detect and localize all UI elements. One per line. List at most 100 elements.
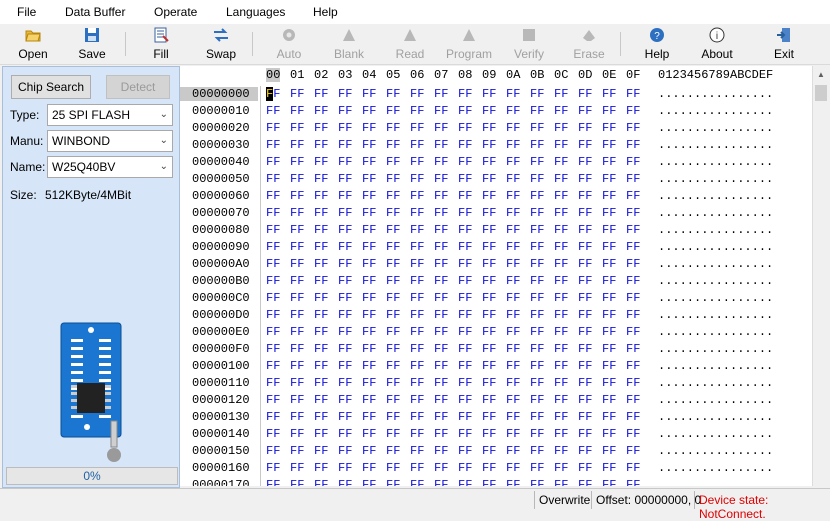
- hex-byte-cell[interactable]: FF: [362, 342, 376, 356]
- hex-byte-cell[interactable]: FF: [290, 461, 304, 475]
- hex-byte-cell[interactable]: FF: [554, 87, 568, 101]
- hex-byte-cell[interactable]: FF: [458, 410, 472, 424]
- hex-byte-cell[interactable]: FF: [290, 291, 304, 305]
- hex-byte-cell[interactable]: FF: [602, 104, 616, 118]
- hex-byte-cell[interactable]: FF: [626, 308, 640, 322]
- ascii-text[interactable]: ................: [658, 427, 773, 441]
- hex-byte-cell[interactable]: FF: [386, 189, 400, 203]
- hex-byte-cell[interactable]: FF: [290, 478, 304, 486]
- hex-byte-cell[interactable]: FF: [290, 308, 304, 322]
- hex-byte-cell[interactable]: FF: [482, 206, 496, 220]
- hex-byte-cell[interactable]: FF: [602, 257, 616, 271]
- hex-byte-cell[interactable]: FF: [482, 291, 496, 305]
- hex-byte-cell[interactable]: FF: [578, 478, 592, 486]
- hex-byte-cell[interactable]: FF: [266, 444, 280, 458]
- hex-byte-cell[interactable]: FF: [578, 172, 592, 186]
- hex-byte-cell[interactable]: FF: [434, 427, 448, 441]
- scroll-thumb[interactable]: [815, 85, 827, 101]
- hex-byte-cell[interactable]: FF: [338, 342, 352, 356]
- hex-byte-cell[interactable]: FF: [506, 223, 520, 237]
- hex-byte-cell[interactable]: FF: [434, 325, 448, 339]
- hex-byte-cell[interactable]: FF: [506, 359, 520, 373]
- hex-byte-cell[interactable]: FF: [458, 104, 472, 118]
- hex-byte-cell[interactable]: FF: [362, 121, 376, 135]
- hex-byte-cell[interactable]: FF: [314, 478, 328, 486]
- hex-byte-cell[interactable]: FF: [290, 223, 304, 237]
- hex-byte-cell[interactable]: FF: [530, 393, 544, 407]
- hex-byte-cell[interactable]: FF: [266, 325, 280, 339]
- hex-byte-cell[interactable]: FF: [554, 291, 568, 305]
- hex-byte-cell[interactable]: FF: [602, 359, 616, 373]
- hex-byte-cell[interactable]: FF: [266, 274, 280, 288]
- hex-byte-cell[interactable]: FF: [578, 393, 592, 407]
- ascii-text[interactable]: ................: [658, 410, 773, 424]
- hex-byte-cell[interactable]: FF: [434, 121, 448, 135]
- hex-byte-cell[interactable]: FF: [626, 444, 640, 458]
- hex-byte-cell[interactable]: FF: [410, 478, 424, 486]
- hex-byte-cell[interactable]: FF: [362, 274, 376, 288]
- hex-byte-cell[interactable]: FF: [386, 104, 400, 118]
- hex-byte-cell[interactable]: FF: [626, 342, 640, 356]
- ascii-text[interactable]: ................: [658, 206, 773, 220]
- hex-byte-cell[interactable]: FF: [434, 359, 448, 373]
- hex-byte-cell[interactable]: FF: [458, 393, 472, 407]
- hex-byte-cell[interactable]: FF: [290, 427, 304, 441]
- ascii-text[interactable]: ................: [658, 274, 773, 288]
- hex-byte-cell[interactable]: FF: [578, 121, 592, 135]
- hex-byte-cell[interactable]: FF: [338, 359, 352, 373]
- hex-byte-cell[interactable]: FF: [530, 291, 544, 305]
- hex-byte-cell[interactable]: FF: [362, 427, 376, 441]
- hex-byte-cell[interactable]: FF: [578, 291, 592, 305]
- hex-byte-cell[interactable]: FF: [554, 444, 568, 458]
- hex-byte-cell[interactable]: FF: [602, 376, 616, 390]
- hex-byte-cell[interactable]: FF: [314, 189, 328, 203]
- hex-byte-cell[interactable]: FF: [602, 308, 616, 322]
- hex-byte-cell[interactable]: FF: [386, 291, 400, 305]
- hex-byte-cell[interactable]: FF: [266, 461, 280, 475]
- hex-byte-cell[interactable]: FF: [482, 189, 496, 203]
- hex-byte-cell[interactable]: FF: [530, 410, 544, 424]
- blank-button[interactable]: Blank: [321, 24, 377, 64]
- hex-byte-cell[interactable]: FF: [362, 393, 376, 407]
- hex-byte-cell[interactable]: FF: [314, 325, 328, 339]
- hex-byte-cell[interactable]: FF: [626, 104, 640, 118]
- hex-byte-cell[interactable]: FF: [626, 274, 640, 288]
- hex-byte-cell[interactable]: FF: [506, 308, 520, 322]
- hex-byte-cell[interactable]: FF: [554, 376, 568, 390]
- hex-byte-cell[interactable]: FF: [506, 189, 520, 203]
- hex-byte-cell[interactable]: FF: [554, 138, 568, 152]
- hex-byte-cell[interactable]: FF: [578, 427, 592, 441]
- hex-byte-cell[interactable]: FF: [578, 325, 592, 339]
- hex-byte-cell[interactable]: FF: [602, 240, 616, 254]
- hex-byte-cell[interactable]: FF: [338, 189, 352, 203]
- hex-byte-cell[interactable]: FF: [458, 223, 472, 237]
- hex-byte-cell[interactable]: FF: [338, 393, 352, 407]
- hex-byte-cell[interactable]: FF: [266, 206, 280, 220]
- hex-byte-cell[interactable]: FF: [314, 138, 328, 152]
- hex-byte-cell[interactable]: FF: [386, 308, 400, 322]
- hex-byte-cell[interactable]: FF: [314, 376, 328, 390]
- hex-byte-cell[interactable]: FF: [458, 308, 472, 322]
- auto-button[interactable]: Auto: [261, 24, 317, 64]
- hex-byte-cell[interactable]: FF: [506, 376, 520, 390]
- hex-byte-cell[interactable]: FF: [482, 461, 496, 475]
- hex-byte-cell[interactable]: FF: [410, 291, 424, 305]
- hex-byte-cell[interactable]: FF: [290, 87, 304, 101]
- hex-byte-cell[interactable]: FF: [314, 223, 328, 237]
- ascii-text[interactable]: ................: [658, 308, 773, 322]
- hex-byte-cell[interactable]: FF: [410, 155, 424, 169]
- hex-byte-cell[interactable]: FF: [626, 189, 640, 203]
- hex-byte-cell[interactable]: FF: [602, 121, 616, 135]
- hex-byte-cell[interactable]: FF: [290, 172, 304, 186]
- hex-byte-cell[interactable]: FF: [626, 172, 640, 186]
- hex-byte-cell[interactable]: FF: [410, 461, 424, 475]
- hex-byte-cell[interactable]: FF: [290, 444, 304, 458]
- hex-byte-cell[interactable]: FF: [506, 325, 520, 339]
- hex-byte-cell[interactable]: FF: [290, 240, 304, 254]
- hex-byte-cell[interactable]: FF: [338, 206, 352, 220]
- hex-byte-cell[interactable]: FF: [554, 308, 568, 322]
- hex-byte-cell[interactable]: FF: [458, 359, 472, 373]
- hex-byte-cell[interactable]: FF: [482, 257, 496, 271]
- name-select[interactable]: W25Q40BV ⌄: [47, 156, 173, 178]
- hex-byte-cell[interactable]: FF: [386, 121, 400, 135]
